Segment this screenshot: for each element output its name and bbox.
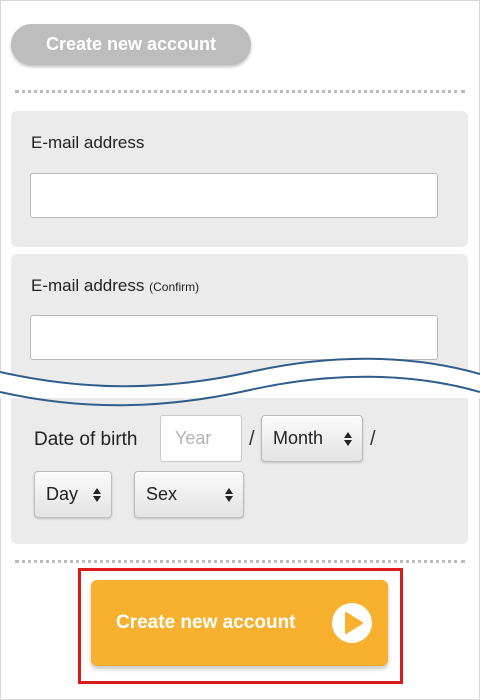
sex-value: Sex [146, 484, 178, 504]
birth-day-select[interactable]: Day [34, 471, 112, 518]
email-input[interactable] [30, 173, 438, 218]
email-confirm-label-note: (Confirm) [149, 280, 200, 294]
birth-month-value: Month [273, 428, 324, 448]
select-arrows-icon [93, 487, 101, 502]
select-arrows-icon [344, 431, 352, 446]
create-account-button[interactable]: Create new account [91, 580, 388, 666]
date-separator-2: / [370, 428, 376, 450]
dotted-divider-top [15, 90, 465, 93]
date-separator: / [249, 428, 255, 450]
sex-select[interactable]: Sex [134, 471, 244, 518]
header-title: Create new account [45, 34, 217, 54]
email-confirm-label: E-mail address (Confirm) [31, 276, 199, 296]
birth-day-value: Day [46, 484, 79, 504]
email-label: E-mail address [31, 133, 145, 152]
select-arrows-icon [225, 487, 233, 502]
dotted-divider-bottom [15, 560, 465, 563]
email-confirm-label-text: E-mail address [31, 276, 145, 295]
wave-divider [0, 357, 480, 407]
date-of-birth-label: Date of birth [34, 429, 138, 450]
play-icon [332, 603, 372, 643]
birth-year-input[interactable] [160, 415, 242, 462]
email-panel: E-mail address [11, 111, 468, 247]
header-pill: Create new account [11, 24, 251, 65]
create-account-label: Create new account [116, 612, 296, 633]
birth-month-select[interactable]: Month [261, 415, 363, 462]
